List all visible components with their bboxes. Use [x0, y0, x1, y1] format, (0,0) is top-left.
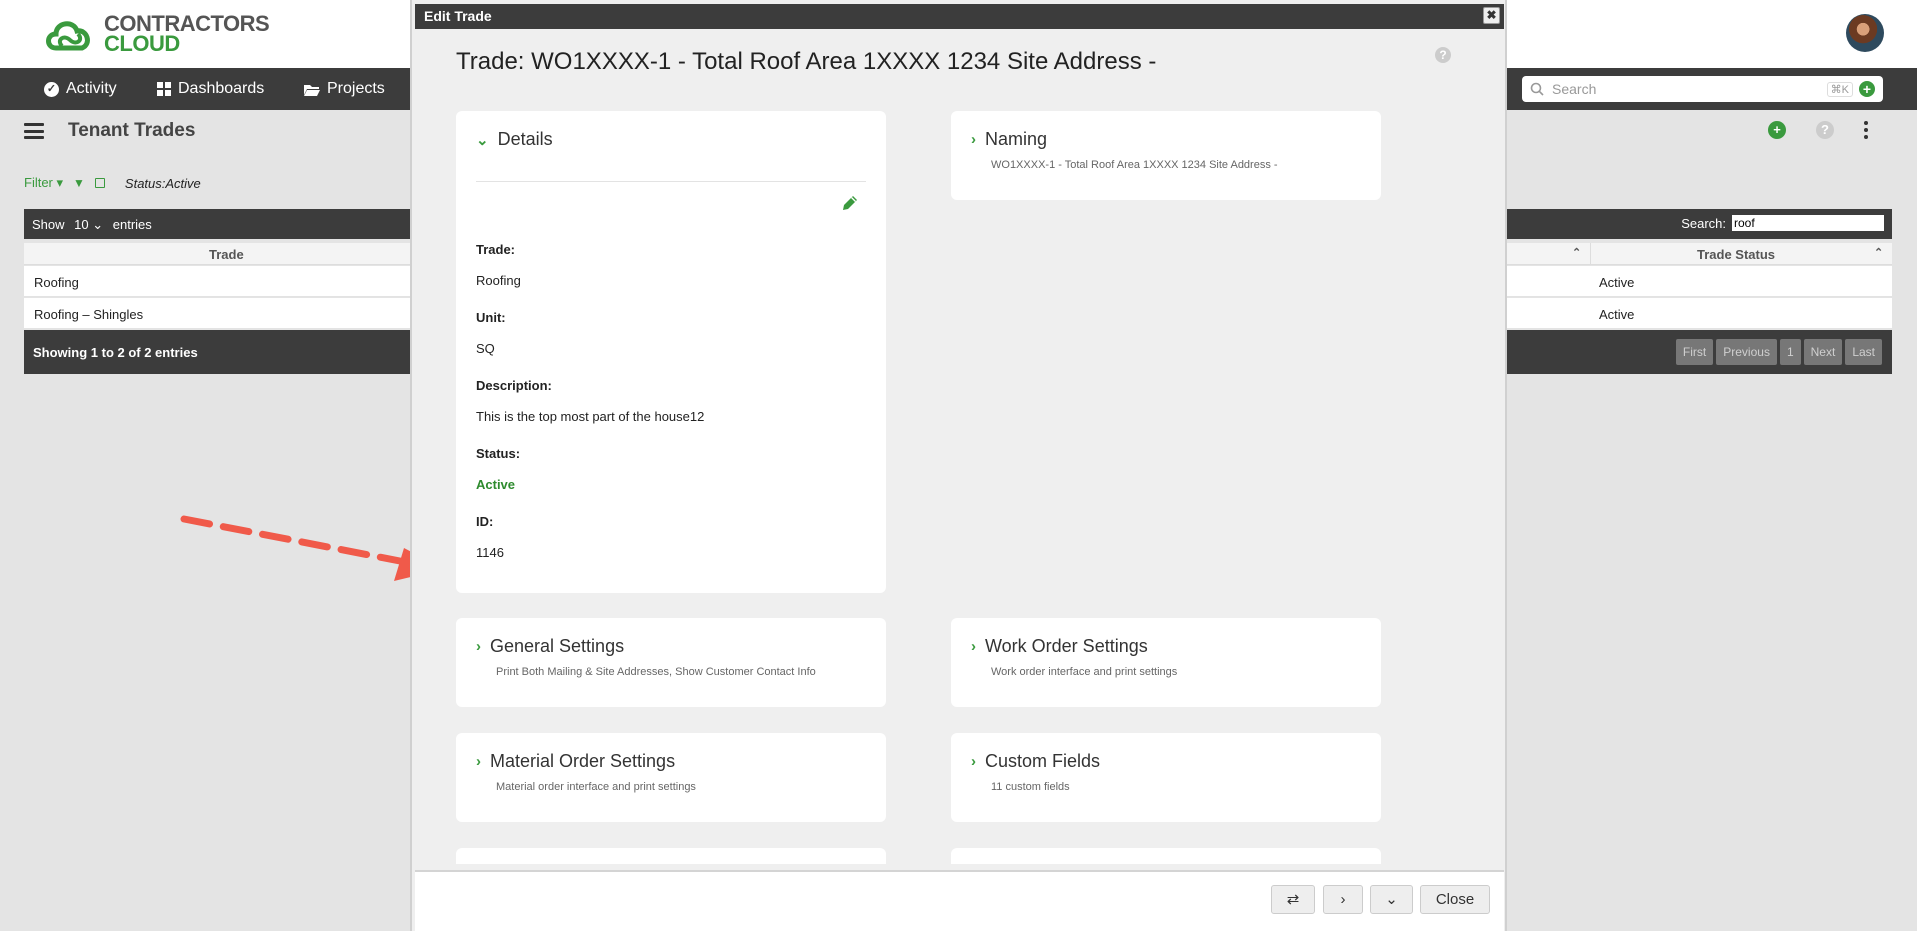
- add-trade-icon[interactable]: +: [1768, 121, 1786, 139]
- description-label: Description:: [476, 378, 552, 393]
- page-number[interactable]: 1: [1779, 339, 1801, 365]
- section-heading: Custom Fields: [985, 751, 1101, 771]
- chevron-right-icon: ›: [971, 638, 976, 655]
- modal-header-title: Edit Trade: [424, 8, 492, 24]
- nav-item-activity[interactable]: ✓ Activity: [44, 80, 117, 98]
- section-subtitle: 11 custom fields: [991, 781, 1070, 793]
- chevron-down-icon: ⌄: [476, 131, 489, 149]
- nav-item-projects[interactable]: Projects: [304, 80, 385, 98]
- save-filter-icon[interactable]: [94, 178, 105, 188]
- entries-label: entries: [112, 217, 152, 232]
- unit-value: SQ: [476, 341, 495, 356]
- trade-cell: Roofing: [34, 275, 79, 290]
- swap-arrows-icon: ⇄: [1286, 891, 1300, 908]
- page-first[interactable]: First: [1675, 339, 1714, 365]
- page-last[interactable]: Last: [1845, 339, 1882, 365]
- modal-title: Trade: WO1XXXX-1 - Total Roof Area 1XXXX…: [456, 48, 1157, 75]
- add-icon[interactable]: +: [1859, 81, 1875, 97]
- section-subtitle: Print Both Mailing & Site Addresses, Sho…: [496, 666, 816, 678]
- collapsed-card[interactable]: [456, 848, 886, 864]
- page-length-select[interactable]: 10 ⌄: [74, 217, 103, 232]
- filter-status: Status:Active: [124, 175, 201, 191]
- status-value: Active: [476, 477, 516, 492]
- section-subtitle: Material order interface and print setti…: [496, 781, 696, 793]
- trade-label: Trade:: [476, 242, 516, 257]
- search-shortcut: ⌘K: [1826, 81, 1853, 97]
- chevron-right-icon: ›: [476, 753, 481, 770]
- table-info: Showing 1 to 2 of 2 entries: [33, 345, 198, 360]
- close-icon[interactable]: ✖: [1483, 7, 1500, 24]
- swap-button[interactable]: ⇄: [1271, 885, 1315, 914]
- table-search-label: Search:: [1681, 215, 1726, 231]
- status-cell: Active: [1599, 307, 1635, 322]
- app-logo[interactable]: CONTRACTORS CLOUD: [42, 13, 270, 56]
- custom-fields-card[interactable]: › Custom Fields 11 custom fields: [951, 733, 1381, 822]
- help-icon[interactable]: ?: [1816, 121, 1834, 139]
- sort-icon[interactable]: ⌃: [1572, 246, 1581, 259]
- naming-subtitle: WO1XXXX-1 - Total Roof Area 1XXXX 1234 S…: [991, 159, 1278, 171]
- close-button[interactable]: Close: [1420, 885, 1490, 914]
- logo-line2: CLOUD: [104, 31, 180, 56]
- trade-value: Roofing: [476, 273, 521, 288]
- search-placeholder: Search: [1552, 81, 1597, 97]
- details-heading: Details: [497, 129, 553, 149]
- nav-label: Dashboards: [178, 80, 265, 97]
- material-order-settings-card[interactable]: › Material Order Settings Material order…: [456, 733, 886, 822]
- column-header-trade-status[interactable]: Trade Status: [1697, 247, 1775, 262]
- unit-label: Unit:: [476, 310, 506, 325]
- help-icon[interactable]: ?: [1435, 47, 1451, 63]
- nav-label: Projects: [327, 80, 385, 97]
- description-value: This is the top most part of the house12: [476, 409, 705, 424]
- page-next[interactable]: Next: [1803, 339, 1843, 365]
- chevron-right-icon: ›: [476, 638, 481, 655]
- column-header-trade[interactable]: Trade: [209, 247, 244, 262]
- page-title: Tenant Trades: [68, 120, 196, 141]
- filter-dropdown[interactable]: Filter ▾: [24, 175, 63, 191]
- collapsed-card[interactable]: [951, 848, 1381, 864]
- trade-cell: Roofing – Shingles: [34, 307, 144, 322]
- work-order-settings-card[interactable]: › Work Order Settings Work order interfa…: [951, 618, 1381, 707]
- naming-card[interactable]: › Naming WO1XXXX-1 - Total Roof Area 1XX…: [951, 111, 1381, 200]
- table-search-input[interactable]: [1732, 215, 1884, 231]
- user-avatar[interactable]: [1846, 14, 1884, 52]
- show-label: Show: [32, 217, 65, 232]
- search-icon: [1530, 82, 1544, 96]
- details-toggle[interactable]: ⌄ Details: [476, 129, 553, 150]
- details-card: ⌄ Details Trade: Roofing Unit: SQ Descri…: [456, 111, 886, 593]
- chevron-right-icon: ›: [1340, 891, 1346, 908]
- naming-heading: Naming: [985, 129, 1048, 149]
- status-cell: Active: [1599, 275, 1635, 290]
- filter-funnel-icon[interactable]: ▼: [73, 176, 85, 190]
- edit-trade-modal: Edit Trade ✖ Trade: WO1XXXX-1 - Total Ro…: [410, 0, 1507, 931]
- chevron-right-icon: ›: [971, 753, 976, 770]
- status-label: Status:: [476, 446, 521, 461]
- more-options-icon[interactable]: [1864, 121, 1868, 139]
- general-settings-card[interactable]: › General Settings Print Both Mailing & …: [456, 618, 886, 707]
- modal-header: Edit Trade ✖: [415, 4, 1504, 29]
- grid-icon: [157, 82, 171, 96]
- pagination: First Previous 1 Next Last: [1675, 339, 1882, 365]
- cloud-logo-icon: [46, 21, 90, 51]
- modal-footer: ⇄ › ⌄ Close: [415, 872, 1504, 931]
- global-search[interactable]: Search ⌘K +: [1522, 76, 1883, 102]
- next-button[interactable]: ›: [1323, 885, 1363, 914]
- section-heading: Work Order Settings: [985, 636, 1148, 656]
- folder-open-icon: [304, 84, 320, 96]
- chevron-right-icon: ›: [971, 131, 976, 148]
- dropdown-button[interactable]: ⌄: [1370, 885, 1413, 914]
- section-subtitle: Work order interface and print settings: [991, 666, 1178, 678]
- id-label: ID:: [476, 514, 494, 529]
- page-previous[interactable]: Previous: [1716, 339, 1777, 365]
- section-heading: Material Order Settings: [490, 751, 676, 771]
- chevron-down-icon: ⌄: [1385, 891, 1398, 908]
- check-circle-icon: ✓: [44, 81, 59, 97]
- nav-label: Activity: [66, 80, 117, 97]
- section-heading: General Settings: [490, 636, 625, 656]
- sort-icon[interactable]: ⌃: [1874, 246, 1883, 259]
- nav-item-dashboards[interactable]: Dashboards: [157, 80, 264, 98]
- id-value: 1146: [476, 545, 504, 560]
- edit-pencil-icon[interactable]: [841, 194, 859, 212]
- menu-icon[interactable]: [24, 123, 44, 139]
